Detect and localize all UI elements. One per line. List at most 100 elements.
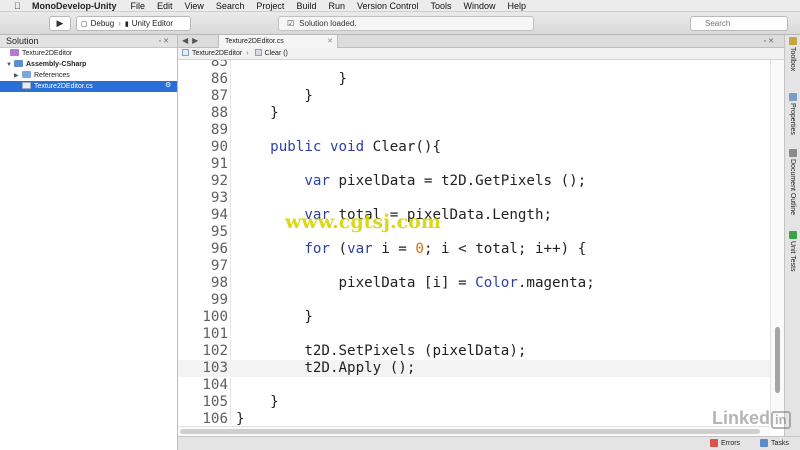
- code-line[interactable]: 89: [178, 122, 770, 139]
- bottom-pad-bar: Errors Tasks: [178, 436, 800, 450]
- line-number: 91: [210, 156, 228, 172]
- tree-item-project[interactable]: ▼ Assembly-CSharp: [0, 59, 177, 70]
- code-text: t2D.Apply ();: [236, 360, 415, 377]
- line-number: 99: [210, 292, 228, 308]
- code-text: }: [236, 411, 245, 425]
- horizontal-scroll-thumb[interactable]: [180, 429, 760, 434]
- tab-nav-arrows-icon[interactable]: ◀▶: [182, 36, 202, 45]
- code-line[interactable]: 100 }: [178, 309, 770, 326]
- menu-search[interactable]: Search: [216, 1, 245, 11]
- pad-unit-tests[interactable]: Unit Tests: [786, 231, 800, 272]
- code-token: }: [338, 71, 348, 87]
- menu-tools[interactable]: Tools: [431, 1, 452, 11]
- code-token-kw: void: [329, 139, 365, 155]
- tab-texture2deditor[interactable]: Texture2DEditor.cs ✕: [218, 35, 338, 48]
- code-line[interactable]: 101: [178, 326, 770, 343]
- tree-item-solution[interactable]: Texture2DEditor: [0, 48, 177, 59]
- status-check-icon: ☑: [287, 19, 295, 28]
- code-line[interactable]: 104: [178, 377, 770, 394]
- menu-version-control[interactable]: Version Control: [357, 1, 419, 11]
- code-token: Clear(){: [364, 139, 442, 155]
- code-line[interactable]: 88 }: [178, 105, 770, 122]
- toolbox-icon: [789, 37, 797, 45]
- side-pads: Toolbox Properties Document Outline Unit…: [784, 35, 800, 450]
- tree-item-label: Texture2DEditor.cs: [34, 83, 93, 90]
- run-button[interactable]: ▶: [49, 16, 71, 31]
- code-line[interactable]: 98 pixelData [i] = Color.magenta;: [178, 275, 770, 292]
- close-icon[interactable]: ✕: [327, 35, 333, 48]
- search-input[interactable]: [690, 16, 788, 31]
- menu-file[interactable]: File: [131, 1, 146, 11]
- code-line[interactable]: 99: [178, 292, 770, 309]
- pad-label: Errors: [721, 439, 741, 447]
- menu-edit[interactable]: Edit: [157, 1, 173, 11]
- target-label: Unity Editor: [131, 19, 174, 28]
- tasks-icon: [760, 439, 768, 447]
- configuration-selector[interactable]: ▢ Debug › ▮ Unity Editor: [76, 16, 191, 31]
- line-number: 90: [210, 139, 228, 155]
- vertical-scrollbar[interactable]: [770, 60, 784, 425]
- code-editor[interactable]: 85 86 } 87 } 88 } 89 90 public void Clear(){…: [178, 60, 784, 425]
- chevron-right-icon: ›: [118, 19, 121, 28]
- main-toolbar: ▶ ▢ Debug › ▮ Unity Editor ☑ Solution lo…: [0, 12, 800, 35]
- code-line[interactable]: 102 t2D.SetPixels (pixelData);: [178, 343, 770, 360]
- tree-item-file[interactable]: Texture2DEditor.cs ⚙: [0, 81, 177, 92]
- code-token: }: [304, 88, 313, 104]
- tree-item-references[interactable]: ▶ References: [0, 70, 177, 81]
- code-token: }: [304, 309, 313, 325]
- pad-toolbox[interactable]: Toolbox: [786, 37, 800, 71]
- window-controls-icon[interactable]: ▫✕: [764, 35, 776, 48]
- menu-run[interactable]: Run: [328, 1, 345, 11]
- code-line[interactable]: 95: [178, 224, 770, 241]
- class-icon: [182, 49, 189, 56]
- code-line[interactable]: 91: [178, 156, 770, 173]
- method-icon: [254, 49, 262, 56]
- line-number: 104: [202, 377, 228, 393]
- pad-errors[interactable]: Errors: [710, 439, 740, 447]
- horizontal-scrollbar[interactable]: [178, 426, 770, 436]
- tree-item-label: References: [34, 72, 70, 79]
- menu-project[interactable]: Project: [256, 1, 284, 11]
- code-line[interactable]: 106}: [178, 411, 770, 425]
- code-line[interactable]: 85: [178, 60, 770, 71]
- code-text: var pixelData = t2D.GetPixels ();: [236, 173, 586, 190]
- gear-icon[interactable]: ⚙: [165, 82, 173, 90]
- menu-window[interactable]: Window: [464, 1, 496, 11]
- vertical-scroll-thumb[interactable]: [775, 327, 780, 393]
- breadcrumb-file[interactable]: Texture2DEditor: [192, 50, 242, 57]
- menu-view[interactable]: View: [185, 1, 204, 11]
- code-line[interactable]: 105 }: [178, 394, 770, 411]
- code-token: }: [236, 411, 245, 425]
- pad-controls[interactable]: ▫✕: [159, 35, 171, 48]
- code-line[interactable]: 103 t2D.Apply ();: [178, 360, 770, 377]
- code-line[interactable]: 93: [178, 190, 770, 207]
- code-text: }: [236, 88, 313, 105]
- code-text: for (var i = 0; i < total; i++) {: [236, 241, 586, 258]
- menu-app-name[interactable]: MonoDevelop-Unity: [32, 1, 117, 11]
- menu-build[interactable]: Build: [296, 1, 316, 11]
- code-line[interactable]: 87 }: [178, 88, 770, 105]
- code-line[interactable]: 96 for (var i = 0; i < total; i++) {: [178, 241, 770, 258]
- code-line[interactable]: 90 public void Clear(){: [178, 139, 770, 156]
- line-number: 92: [210, 173, 228, 189]
- code-token: t2D.Apply ();: [304, 360, 416, 376]
- code-text: t2D.SetPixels (pixelData);: [236, 343, 526, 360]
- breadcrumb-member[interactable]: Clear (): [265, 50, 288, 57]
- apple-icon[interactable]: : [14, 1, 24, 11]
- play-icon: ▶: [56, 18, 64, 28]
- properties-icon: [789, 93, 797, 101]
- line-number: 94: [210, 207, 228, 223]
- code-line[interactable]: 97: [178, 258, 770, 275]
- code-text: }: [236, 71, 348, 88]
- pad-properties[interactable]: Properties: [786, 93, 800, 135]
- code-line[interactable]: 94 var total = pixelData.Length;: [178, 207, 770, 224]
- menu-help[interactable]: Help: [508, 1, 527, 11]
- code-line[interactable]: 92 var pixelData = t2D.GetPixels ();: [178, 173, 770, 190]
- pad-tasks[interactable]: Tasks: [760, 439, 789, 447]
- code-line[interactable]: 86 }: [178, 71, 770, 88]
- pad-document-outline[interactable]: Document Outline: [786, 149, 800, 215]
- code-token-kw: var: [304, 173, 330, 189]
- tree-item-label: Assembly-CSharp: [26, 61, 87, 68]
- code-token: pixelData = t2D.GetPixels ();: [329, 173, 587, 189]
- code-token: ; i < total; i++) {: [423, 241, 587, 257]
